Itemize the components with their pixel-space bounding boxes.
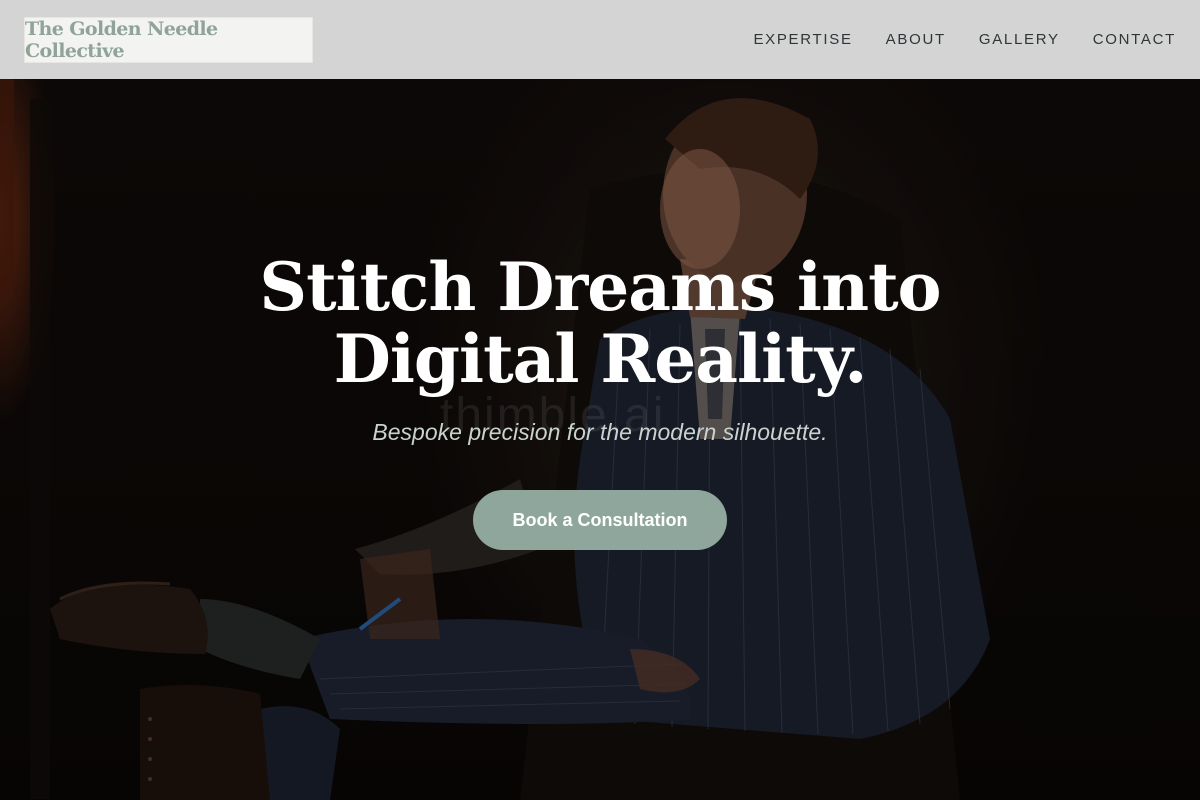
site-header: The Golden Needle Collective EXPERTISE A… (0, 0, 1200, 79)
hero-title-line-1: Stitch Dreams into (259, 248, 941, 326)
hero-title: Stitch Dreams into Digital Reality. (0, 251, 1200, 395)
book-consultation-button[interactable]: Book a Consultation (473, 490, 727, 550)
hero-subtitle: Bespoke precision for the modern silhoue… (372, 419, 828, 445)
nav-link-about[interactable]: ABOUT (886, 31, 946, 48)
nav-link-contact[interactable]: CONTACT (1093, 31, 1176, 48)
logo[interactable]: The Golden Needle Collective (24, 16, 313, 63)
nav-link-expertise[interactable]: EXPERTISE (753, 31, 852, 48)
nav-link-gallery[interactable]: GALLERY (979, 31, 1060, 48)
hero-title-line-2: Digital Reality. (333, 320, 868, 398)
hero-section: thimble.ai Stitch Dreams into Digital Re… (0, 79, 1200, 800)
main-nav: EXPERTISE ABOUT GALLERY CONTACT (753, 31, 1176, 48)
